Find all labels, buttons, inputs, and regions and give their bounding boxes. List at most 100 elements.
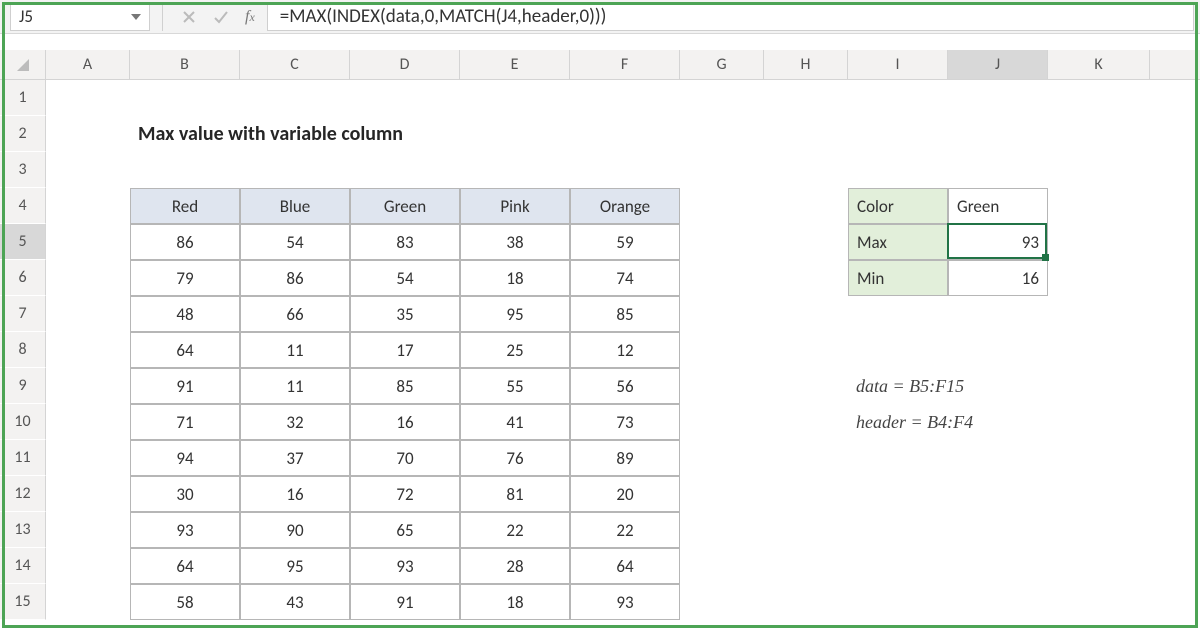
cell-I3[interactable] xyxy=(848,152,948,188)
row-head-6[interactable]: 6 xyxy=(0,260,46,296)
cell-E2[interactable] xyxy=(460,116,570,152)
cell-G10[interactable] xyxy=(680,404,764,440)
cell-I7[interactable] xyxy=(848,296,948,332)
cell-I1[interactable] xyxy=(848,80,948,116)
cell-K12[interactable] xyxy=(1048,476,1150,512)
cell-K13[interactable] xyxy=(1048,512,1150,548)
side-min-value[interactable]: 16 xyxy=(948,260,1048,296)
cell-H1[interactable] xyxy=(764,80,848,116)
table-cell[interactable]: 64 xyxy=(570,548,680,584)
row-head-3[interactable]: 3 xyxy=(0,152,46,188)
table-cell[interactable]: 48 xyxy=(130,296,240,332)
table-cell[interactable]: 17 xyxy=(350,332,460,368)
table-cell[interactable]: 59 xyxy=(570,224,680,260)
col-head-J[interactable]: J xyxy=(948,50,1048,79)
table-cell[interactable]: 86 xyxy=(240,260,350,296)
row-head-13[interactable]: 13 xyxy=(0,512,46,548)
cell-I14[interactable] xyxy=(848,548,948,584)
cell-A9[interactable] xyxy=(46,368,130,404)
cell-H2[interactable] xyxy=(764,116,848,152)
col-head-A[interactable]: A xyxy=(46,50,130,79)
cell-A3[interactable] xyxy=(46,152,130,188)
cell-I13[interactable] xyxy=(848,512,948,548)
col-head-K[interactable]: K xyxy=(1048,50,1150,79)
table-cell[interactable]: 93 xyxy=(130,512,240,548)
col-head-F[interactable]: F xyxy=(570,50,680,79)
cell-F2[interactable] xyxy=(570,116,680,152)
table-cell[interactable]: 11 xyxy=(240,332,350,368)
cell-K7[interactable] xyxy=(1048,296,1150,332)
cell-G7[interactable] xyxy=(680,296,764,332)
row-head-4[interactable]: 4 xyxy=(0,188,46,224)
cell-B3[interactable] xyxy=(130,152,240,188)
cell-J1[interactable] xyxy=(948,80,1048,116)
cell-G12[interactable] xyxy=(680,476,764,512)
col-head-B[interactable]: B xyxy=(130,50,240,79)
table-cell[interactable]: 81 xyxy=(460,476,570,512)
cell-A6[interactable] xyxy=(46,260,130,296)
table-cell[interactable]: 64 xyxy=(130,548,240,584)
col-head-C[interactable]: C xyxy=(240,50,350,79)
table-cell[interactable]: 90 xyxy=(240,512,350,548)
table-cell[interactable]: 66 xyxy=(240,296,350,332)
name-box[interactable]: J5 xyxy=(10,2,150,31)
cell-G6[interactable] xyxy=(680,260,764,296)
cell-K2[interactable] xyxy=(1048,116,1150,152)
cell-G13[interactable] xyxy=(680,512,764,548)
cell-A5[interactable] xyxy=(46,224,130,260)
row-head-1[interactable]: 1 xyxy=(0,80,46,116)
table-cell[interactable]: 91 xyxy=(350,584,460,620)
cell-K1[interactable] xyxy=(1048,80,1150,116)
cancel-icon[interactable] xyxy=(181,9,197,25)
table-cell[interactable]: 95 xyxy=(240,548,350,584)
cell-H11[interactable] xyxy=(764,440,848,476)
cell-K4[interactable] xyxy=(1048,188,1150,224)
table-cell[interactable]: 20 xyxy=(570,476,680,512)
cell-H5[interactable] xyxy=(764,224,848,260)
cell-I15[interactable] xyxy=(848,584,948,620)
cell-K10[interactable] xyxy=(1048,404,1150,440)
table-cell[interactable]: 11 xyxy=(240,368,350,404)
cell-G14[interactable] xyxy=(680,548,764,584)
table-cell[interactable]: 22 xyxy=(570,512,680,548)
formula-input[interactable]: =MAX(INDEX(data,0,MATCH(J4,header,0))) xyxy=(267,2,1194,31)
cell-H4[interactable] xyxy=(764,188,848,224)
cell-H14[interactable] xyxy=(764,548,848,584)
side-color-value[interactable]: Green xyxy=(948,188,1048,224)
table-cell[interactable]: 16 xyxy=(350,404,460,440)
cell-K14[interactable] xyxy=(1048,548,1150,584)
cell-K5[interactable] xyxy=(1048,224,1150,260)
table-header[interactable]: Red xyxy=(130,188,240,224)
cell-K8[interactable] xyxy=(1048,332,1150,368)
cell-A15[interactable] xyxy=(46,584,130,620)
table-cell[interactable]: 28 xyxy=(460,548,570,584)
cell-J14[interactable] xyxy=(948,548,1048,584)
table-cell[interactable]: 41 xyxy=(460,404,570,440)
cell-C1[interactable] xyxy=(240,80,350,116)
cell-H3[interactable] xyxy=(764,152,848,188)
table-cell[interactable]: 85 xyxy=(570,296,680,332)
cell-I11[interactable] xyxy=(848,440,948,476)
cell-H9[interactable] xyxy=(764,368,848,404)
table-cell[interactable]: 70 xyxy=(350,440,460,476)
row-head-15[interactable]: 15 xyxy=(0,584,46,620)
table-cell[interactable]: 12 xyxy=(570,332,680,368)
table-cell[interactable]: 58 xyxy=(130,584,240,620)
table-cell[interactable]: 43 xyxy=(240,584,350,620)
table-cell[interactable]: 38 xyxy=(460,224,570,260)
cell-H13[interactable] xyxy=(764,512,848,548)
table-cell[interactable]: 32 xyxy=(240,404,350,440)
table-cell[interactable]: 86 xyxy=(130,224,240,260)
side-max-value[interactable]: 93 xyxy=(948,224,1048,260)
cell-A13[interactable] xyxy=(46,512,130,548)
cell-G2[interactable] xyxy=(680,116,764,152)
cell-A1[interactable] xyxy=(46,80,130,116)
table-cell[interactable]: 93 xyxy=(350,548,460,584)
cell-K3[interactable] xyxy=(1048,152,1150,188)
table-cell[interactable]: 56 xyxy=(570,368,680,404)
cell-H12[interactable] xyxy=(764,476,848,512)
table-cell[interactable]: 16 xyxy=(240,476,350,512)
cell-F1[interactable] xyxy=(570,80,680,116)
row-head-10[interactable]: 10 xyxy=(0,404,46,440)
cell-E3[interactable] xyxy=(460,152,570,188)
